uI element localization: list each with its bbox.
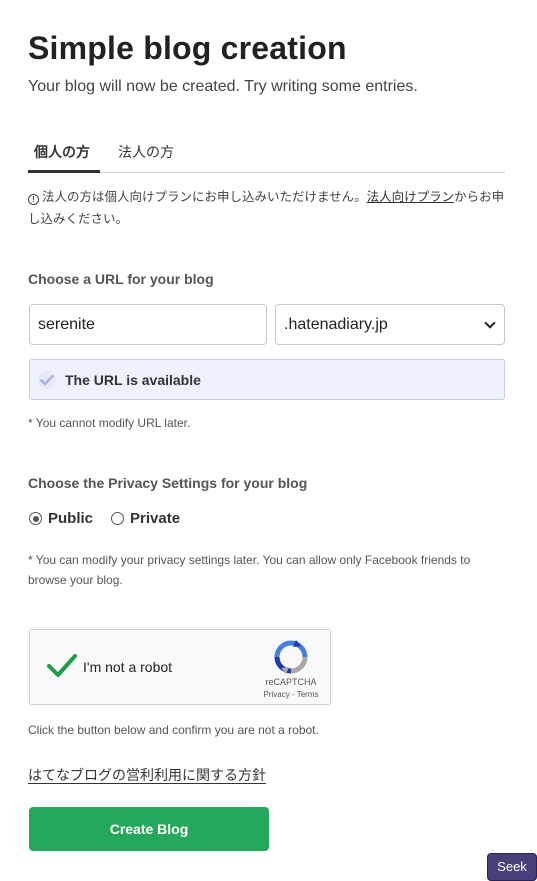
radio-private-label: Private xyxy=(130,510,181,527)
privacy-radio-group: Public Private xyxy=(29,510,198,527)
domain-select[interactable]: .hatenadiary.jp xyxy=(275,304,505,345)
tab-corporate[interactable]: 法人の方 xyxy=(118,142,174,162)
url-section-label: Choose a URL for your blog xyxy=(28,271,214,287)
corporate-notice: ! 法人の方は個人向けプランにお申し込みいただけません。法人向けプランからお申し込… xyxy=(28,186,505,230)
recaptcha-widget: I'm not a robot reCAPTCHA Privacy - Term… xyxy=(29,629,331,705)
recaptcha-checkmark-icon[interactable] xyxy=(46,652,78,685)
recaptcha-privacy-terms[interactable]: Privacy - Terms xyxy=(259,690,323,699)
info-icon: ! xyxy=(28,194,39,205)
radio-public[interactable]: Public xyxy=(29,510,93,527)
radio-private-indicator[interactable] xyxy=(111,512,125,525)
availability-text: The URL is available xyxy=(65,371,201,388)
page-title: Simple blog creation xyxy=(28,30,347,66)
active-tab-indicator xyxy=(28,170,100,173)
corporate-plan-link[interactable]: 法人向けプラン xyxy=(367,190,455,204)
check-icon xyxy=(38,370,56,389)
recaptcha-logo-icon xyxy=(274,640,308,679)
url-note: * You cannot modify URL later. xyxy=(28,416,191,430)
account-type-tabs: 個人の方 法人の方 xyxy=(28,130,505,173)
privacy-note: * You can modify your privacy settings l… xyxy=(28,553,471,587)
radio-public-indicator[interactable] xyxy=(29,512,42,525)
recaptcha-brand: reCAPTCHA xyxy=(265,677,317,687)
seek-button[interactable]: Seek xyxy=(487,853,537,881)
captcha-note: Click the button below and confirm you a… xyxy=(28,723,319,737)
domain-select-value: .hatenadiary.jp xyxy=(284,315,388,333)
page-subtitle: Your blog will now be created. Try writi… xyxy=(28,78,418,95)
privacy-section-label: Choose the Privacy Settings for your blo… xyxy=(28,475,308,491)
radio-private[interactable]: Private xyxy=(111,510,180,527)
chevron-down-icon xyxy=(484,316,496,329)
tab-individual[interactable]: 個人の方 xyxy=(34,142,90,162)
subdomain-input[interactable] xyxy=(29,304,267,345)
commercial-use-policy-link[interactable]: はてなブログの営利利用に関する方針 xyxy=(28,765,266,785)
url-availability-status: The URL is available xyxy=(29,359,505,400)
notice-text-before: 法人の方は個人向けプランにお申し込みいただけません。 xyxy=(42,190,367,204)
recaptcha-label: I'm not a robot xyxy=(83,659,173,675)
create-blog-button[interactable]: Create Blog xyxy=(29,807,269,851)
radio-public-label: Public xyxy=(48,510,94,527)
